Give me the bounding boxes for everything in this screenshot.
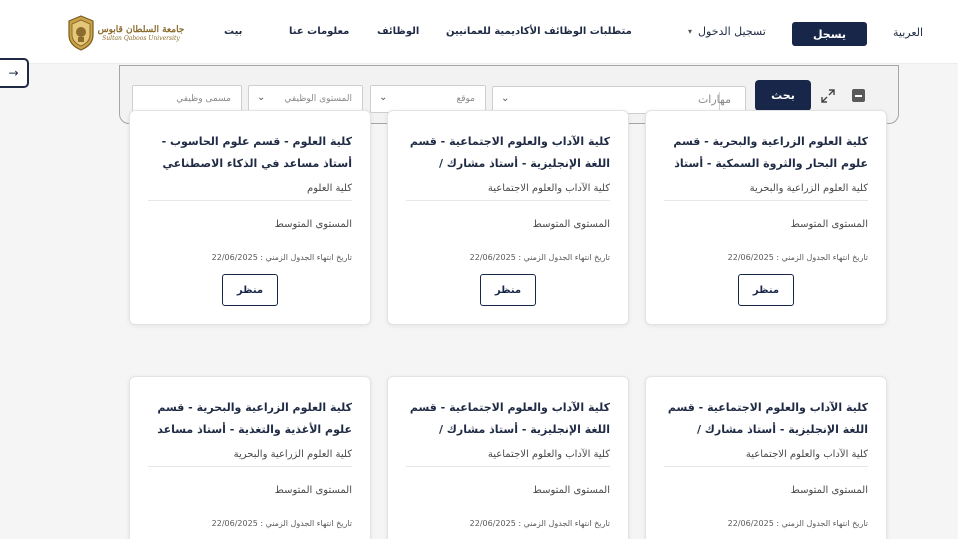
job-card-deadline: تاريخ انتهاء الجدول الزمني : 22/06/2025 [469,519,610,528]
job-card-college: كلية العلوم [148,183,352,201]
chevron-down-icon: ⌄ [257,92,266,103]
job-title-input[interactable]: مسمى وظيفي [132,85,242,113]
job-card-level: المستوى المتوسط [532,219,610,230]
logo-arabic-text: جامعة السلطان قابوس [97,24,185,35]
logo-english-text: Sultan Qaboos University [102,34,180,42]
location-placeholder: موقع [456,94,475,104]
search-button[interactable]: بحث [755,80,811,111]
job-card-college: كلية الآداب والعلوم الاجتماعية [406,449,610,467]
job-card-title[interactable]: كلية العلوم - قسم علوم الحاسوب - أستاذ م… [148,131,352,175]
job-card: كلية العلوم - قسم علوم الحاسوب - أستاذ م… [129,110,371,325]
view-button[interactable]: منظر [222,274,278,306]
job-card-title[interactable]: كلية العلوم الزراعية والبحرية - قسم علوم… [148,397,352,441]
job-card-level: المستوى المتوسط [274,219,352,230]
job-card: كلية العلوم الزراعية والبحرية - قسم علوم… [645,110,887,325]
job-card-college: كلية العلوم الزراعية والبحرية [148,449,352,467]
job-card-level: المستوى المتوسط [790,219,868,230]
chevron-down-icon: ⌄ [501,93,510,104]
login-dropdown[interactable]: ▾ تسجيل الدخول [688,25,766,38]
chevron-down-icon: ▾ [688,27,693,36]
register-button[interactable]: يسجل [792,22,867,46]
job-card-deadline: تاريخ انتهاء الجدول الزمني : 22/06/2025 [727,253,868,262]
nav-about[interactable]: معلومات عنا [289,26,349,37]
login-label: تسجيل الدخول [698,25,766,38]
nav-jobs[interactable]: الوظائف [377,26,419,37]
top-header: جامعة السلطان قابوس Sultan Qaboos Univer… [0,0,958,64]
chevron-down-icon: ⌄ [379,92,388,103]
university-logo[interactable]: جامعة السلطان قابوس Sultan Qaboos Univer… [66,14,184,52]
job-card-level: المستوى المتوسط [532,485,610,496]
job-card-college: كلية العلوم الزراعية والبحرية [664,183,868,201]
job-card: كلية العلوم الزراعية والبحرية - قسم علوم… [129,376,371,539]
view-button[interactable]: منظر [480,274,536,306]
job-card-deadline: تاريخ انتهاء الجدول الزمني : 22/06/2025 [727,519,868,528]
job-level-placeholder: المستوى الوظيفي [284,94,352,104]
job-card-deadline: تاريخ انتهاء الجدول الزمني : 22/06/2025 [211,519,352,528]
job-card: كلية الآداب والعلوم الاجتماعية - قسم الل… [387,376,629,539]
language-switch[interactable]: العربية [893,26,923,39]
job-card-title[interactable]: كلية الآداب والعلوم الاجتماعية - قسم الل… [406,131,610,175]
nav-home[interactable]: بيت [224,26,242,37]
minus-square-icon[interactable] [852,89,865,102]
job-card: كلية الآداب والعلوم الاجتماعية - قسم الل… [645,376,887,539]
job-card-level: المستوى المتوسط [790,485,868,496]
expand-icon[interactable] [820,88,836,104]
job-level-select[interactable]: ⌄ المستوى الوظيفي [248,85,363,113]
job-card-title[interactable]: كلية الآداب والعلوم الاجتماعية - قسم الل… [406,397,610,441]
location-select[interactable]: ⌄ موقع [370,85,486,113]
job-card-level: المستوى المتوسط [274,485,352,496]
job-card-title[interactable]: كلية الآداب والعلوم الاجتماعية - قسم الل… [664,397,868,441]
job-card-deadline: تاريخ انتهاء الجدول الزمني : 22/06/2025 [211,253,352,262]
university-emblem-icon [68,15,94,51]
job-title-placeholder: مسمى وظيفي [176,94,231,104]
job-card-title[interactable]: كلية العلوم الزراعية والبحرية - قسم علوم… [664,131,868,175]
job-card-college: كلية الآداب والعلوم الاجتماعية [664,449,868,467]
side-panel-toggle[interactable]: → [0,58,29,88]
arrow-right-icon: → [8,66,19,80]
view-button[interactable]: منظر [738,274,794,306]
nav-requirements[interactable]: متطلبات الوظائف الأكاديمية للعمانيين [446,26,632,37]
skills-placeholder: مهارات [697,93,731,106]
job-card-deadline: تاريخ انتهاء الجدول الزمني : 22/06/2025 [469,253,610,262]
job-card-college: كلية الآداب والعلوم الاجتماعية [406,183,610,201]
job-card: كلية الآداب والعلوم الاجتماعية - قسم الل… [387,110,629,325]
